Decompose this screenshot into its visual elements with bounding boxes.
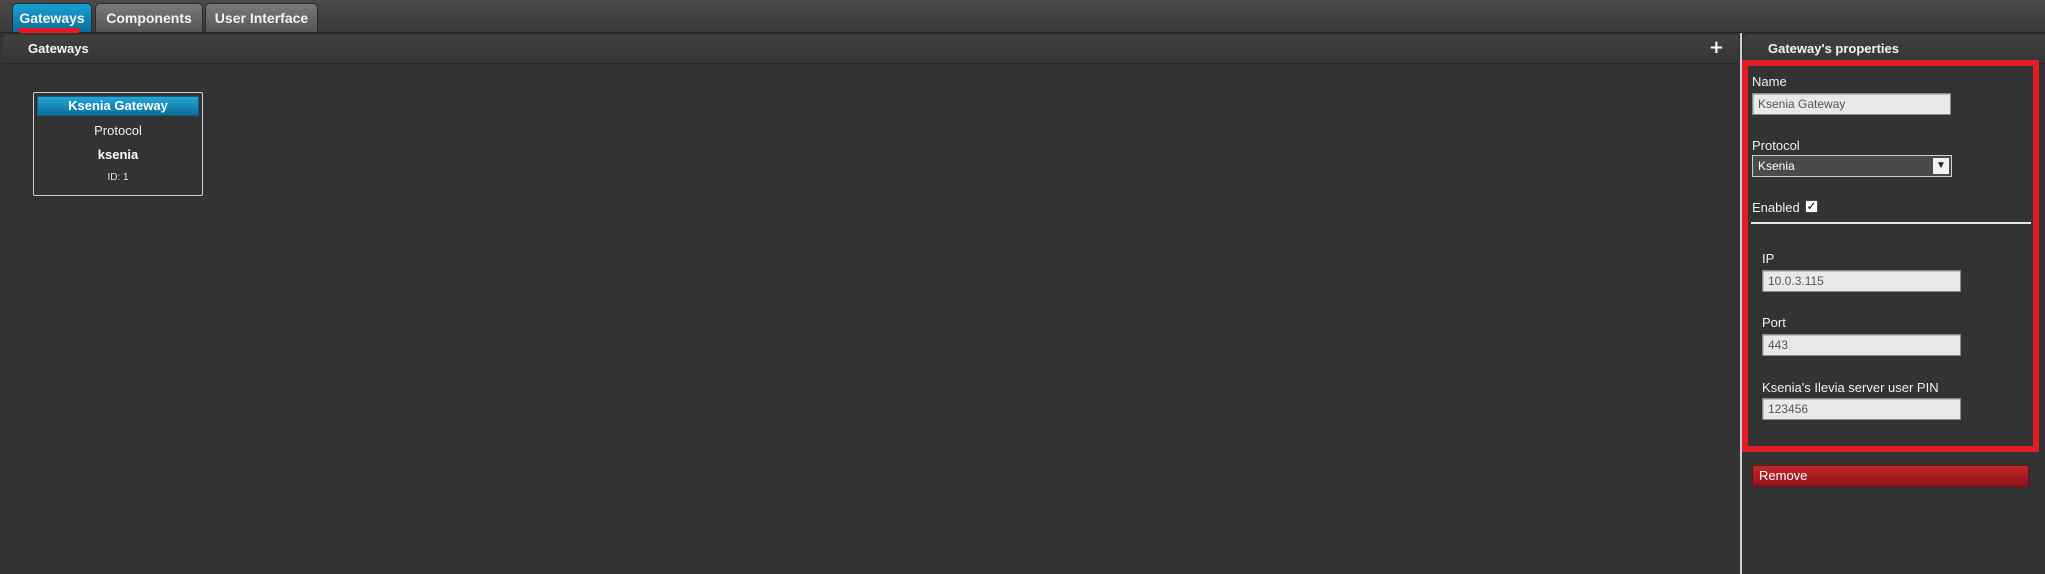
port-field[interactable] [1762,334,1961,356]
protocol-select-value: Ksenia [1758,159,1795,173]
ip-field[interactable] [1762,270,1961,292]
ip-label: IP [1762,251,1775,266]
gateways-panel: Gateways + Ksenia Gateway Protocol kseni… [0,33,1742,574]
gateway-card-protocol-value: ksenia [97,147,139,162]
gateway-card[interactable]: Ksenia Gateway Protocol ksenia ID: 1 [33,92,203,196]
tab-bar: Gateways Components User Interface [0,0,2045,33]
properties-title: Gateway's properties [1768,41,1899,56]
pin-field[interactable] [1762,398,1961,420]
gateway-card-title: Ksenia Gateway [37,96,199,116]
pin-label: Ksenia's Ilevia server user PIN [1762,380,1939,395]
gateway-card-protocol-label: Protocol [94,123,142,138]
plus-icon[interactable]: + [1709,37,1724,58]
tab-user-interface[interactable]: User Interface [205,3,318,32]
remove-button[interactable]: Remove [1752,465,2029,487]
tab-components[interactable]: Components [95,3,203,32]
panel-title: Gateways [28,41,89,56]
properties-panel-header: Gateway's properties [1744,35,2045,64]
chevron-down-icon[interactable]: ▼ [1933,158,1949,174]
name-field[interactable] [1752,93,1951,115]
port-label: Port [1762,315,1786,330]
protocol-label: Protocol [1752,138,1800,153]
divider [1751,222,2031,224]
protocol-select[interactable]: Ksenia ▼ [1752,155,1952,177]
gateway-card-id: ID: 1 [107,172,129,183]
name-label: Name [1752,74,1787,89]
enabled-label: Enabled [1752,200,1800,215]
enabled-checkbox[interactable]: ✓ [1805,200,1818,213]
gateways-panel-header: Gateways + [2,35,1738,64]
